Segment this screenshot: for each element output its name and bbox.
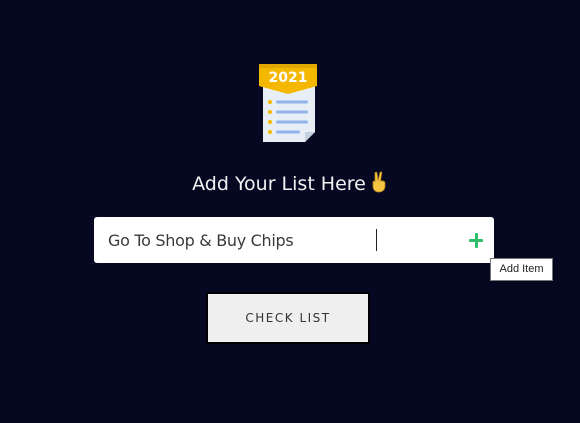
- heading-text: Add Your List Here: [192, 173, 366, 195]
- check-list-button[interactable]: CHECK LIST: [206, 292, 370, 344]
- victory-hand-icon: [370, 171, 388, 201]
- logo-year-text: 2021: [269, 70, 308, 86]
- list-document-icon: 2021: [259, 64, 317, 142]
- text-caret: [376, 229, 377, 251]
- add-item-button[interactable]: [466, 229, 486, 251]
- todo-input-container: [94, 217, 494, 263]
- page-heading: Add Your List Here: [0, 170, 580, 201]
- add-item-tooltip: Add Item: [490, 258, 553, 281]
- todo-input[interactable]: [108, 217, 448, 263]
